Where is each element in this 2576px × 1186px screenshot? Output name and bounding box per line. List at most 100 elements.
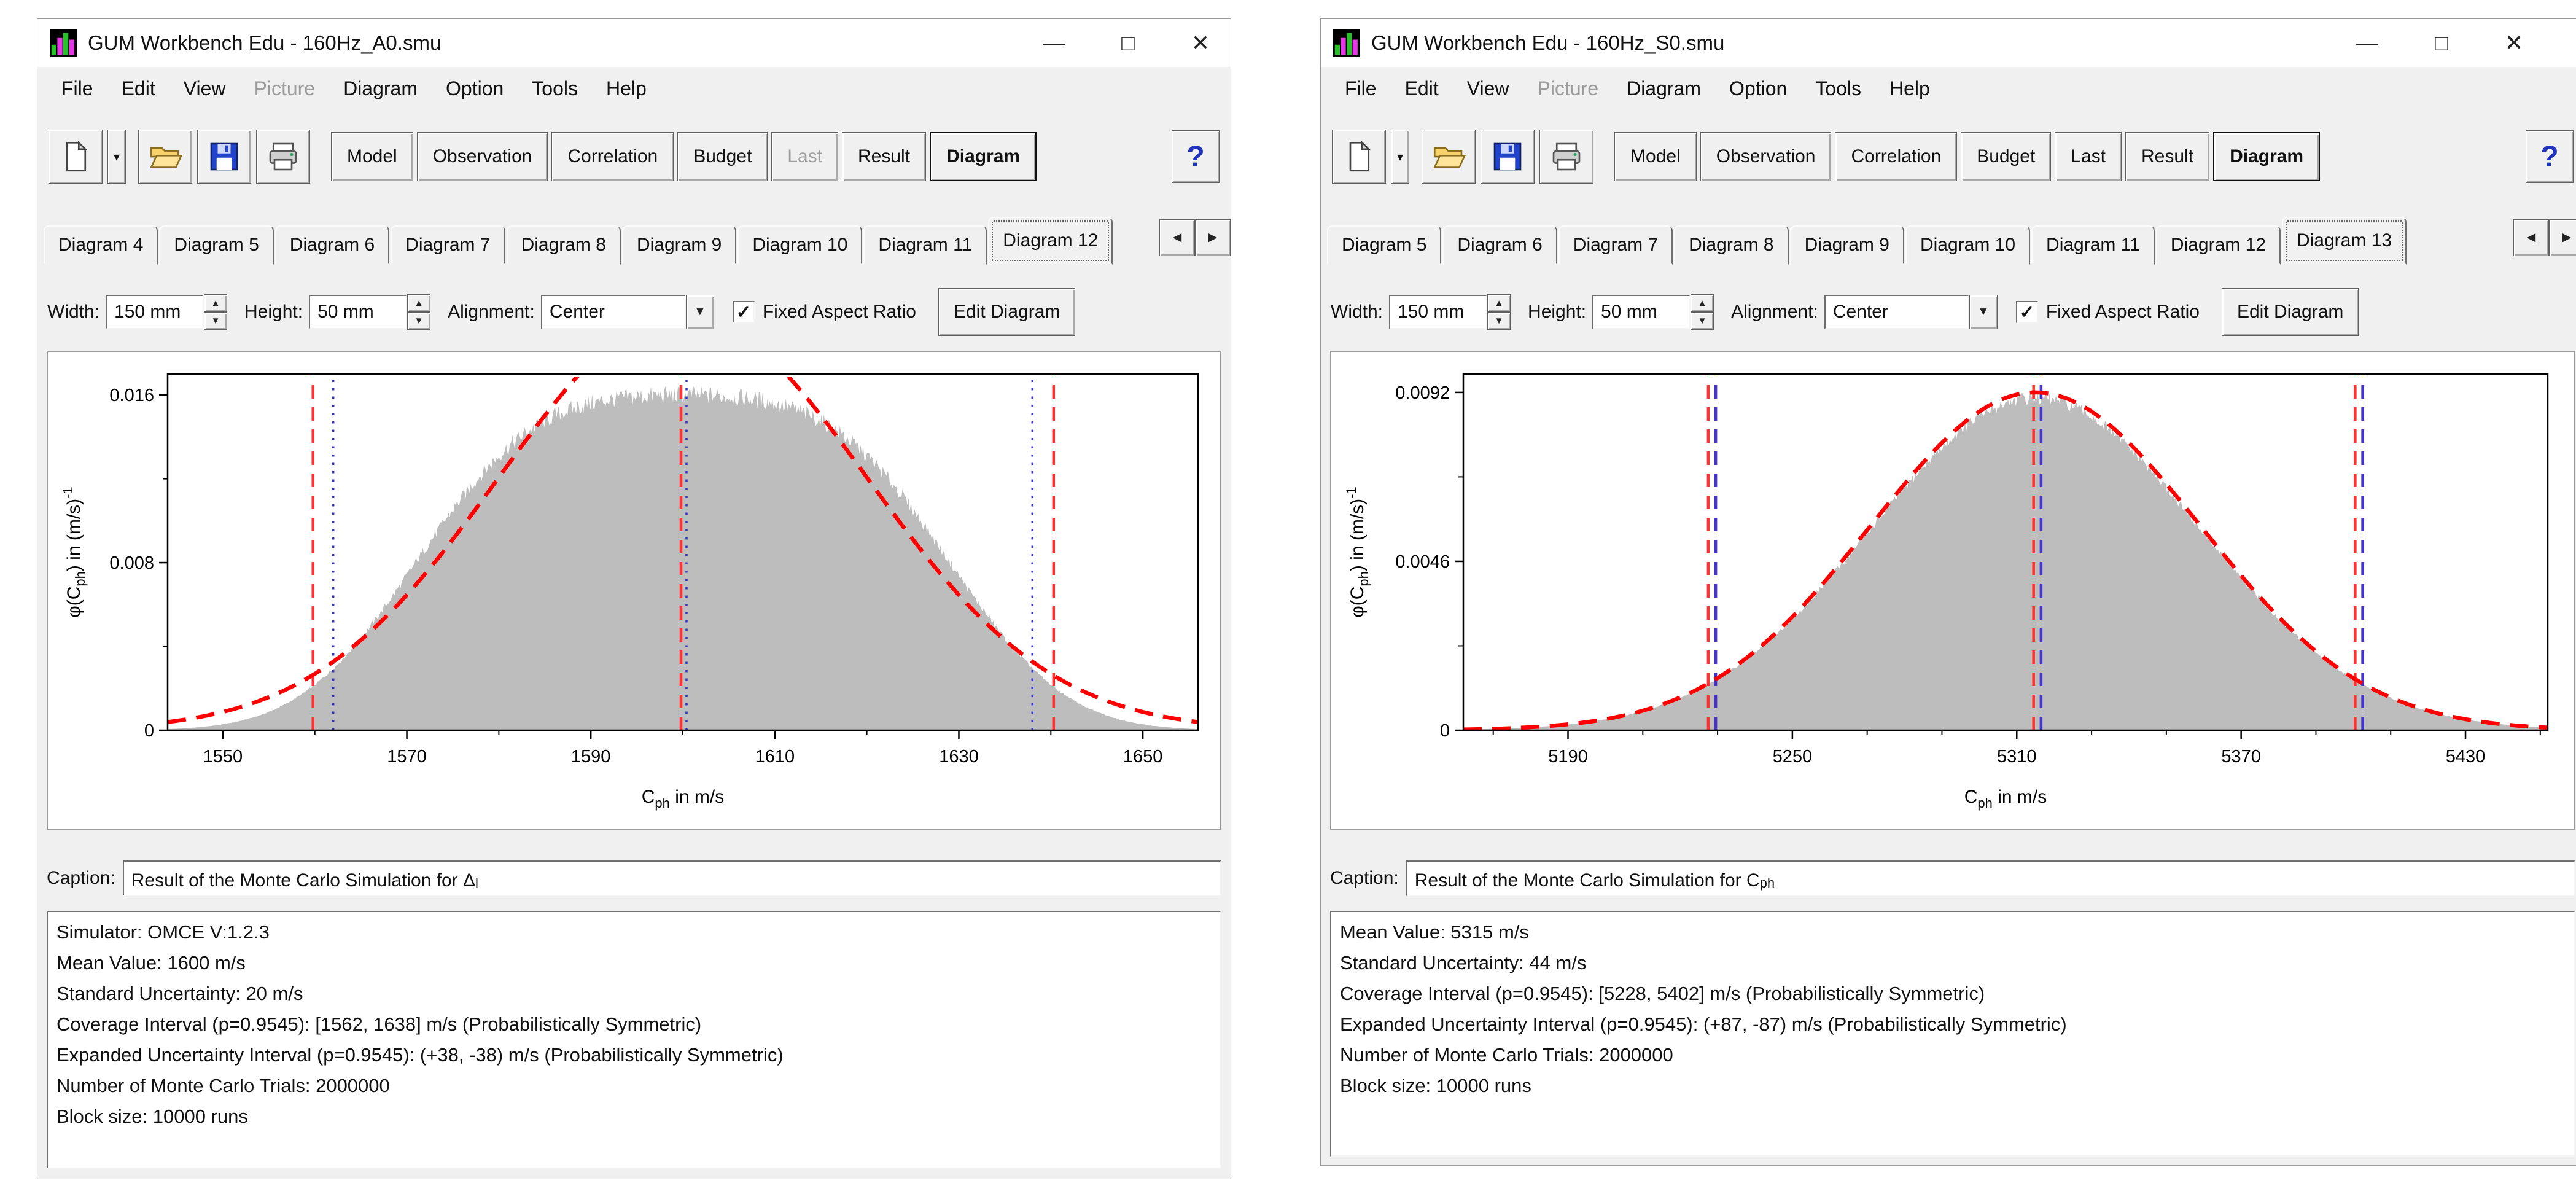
caption-input[interactable]: Result of the Monte Carlo Simulation for… [123, 860, 1221, 896]
tab-diagram-9[interactable]: Diagram 9 [1790, 225, 1904, 265]
width-input[interactable]: 150 mm [106, 295, 204, 329]
spinner-down-icon[interactable]: ▼ [1487, 312, 1511, 330]
help-button[interactable]: ? [1172, 130, 1220, 183]
height-input[interactable]: 50 mm [1592, 295, 1691, 329]
menu-item-option[interactable]: Option [1715, 77, 1801, 100]
maximize-button[interactable]: □ [1121, 32, 1135, 54]
title-bar: GUM Workbench Edu - 160Hz_A0.smu — □ ✕ [37, 19, 1231, 67]
result-line: Mean Value: 5315 m/s [1340, 917, 2566, 948]
new-document-button[interactable] [49, 130, 103, 184]
model-button[interactable]: Model [331, 132, 413, 181]
tab-diagram-11[interactable]: Diagram 11 [863, 225, 987, 265]
tab-diagram-5[interactable]: Diagram 5 [159, 225, 273, 265]
tab-diagram-11[interactable]: Diagram 11 [2031, 225, 2155, 265]
tab-scroll-left-button[interactable]: ◄ [1159, 219, 1195, 256]
diagram-button[interactable]: Diagram [2213, 132, 2320, 181]
spinner-down-icon[interactable]: ▼ [204, 312, 227, 330]
open-file-button[interactable] [138, 130, 192, 184]
menu-item-diagram[interactable]: Diagram [329, 77, 432, 100]
help-button[interactable]: ? [2526, 130, 2574, 183]
tab-diagram-8[interactable]: Diagram 8 [507, 225, 621, 265]
caption-input[interactable]: Result of the Monte Carlo Simulation for… [1406, 860, 2575, 896]
minimize-button[interactable]: — [2356, 32, 2378, 54]
height-stepper[interactable]: ▲ ▼ [1691, 294, 1714, 330]
open-file-button[interactable] [1422, 130, 1476, 184]
menu-item-file[interactable]: File [1331, 77, 1391, 100]
menu-item-view[interactable]: View [169, 77, 240, 100]
menu-item-file[interactable]: File [47, 77, 107, 100]
new-document-dropdown[interactable]: ▾ [1391, 130, 1409, 184]
tab-diagram-4[interactable]: Diagram 4 [44, 225, 158, 265]
height-input[interactable]: 50 mm [309, 295, 407, 329]
minimize-button[interactable]: — [1043, 32, 1065, 54]
edit-diagram-button[interactable]: Edit Diagram [2222, 288, 2359, 336]
spinner-down-icon[interactable]: ▼ [1691, 312, 1714, 330]
observation-button[interactable]: Observation [1700, 132, 1832, 181]
tab-scroll-right-button[interactable]: ► [2549, 219, 2576, 256]
spinner-up-icon[interactable]: ▲ [407, 294, 430, 312]
svg-text:1570: 1570 [387, 747, 427, 767]
spinner-up-icon[interactable]: ▲ [204, 294, 227, 312]
budget-button[interactable]: Budget [1961, 132, 2051, 181]
spinner-up-icon[interactable]: ▲ [1691, 294, 1714, 312]
observation-button[interactable]: Observation [417, 132, 548, 181]
svg-text:5310: 5310 [1997, 747, 2037, 767]
model-button[interactable]: Model [1614, 132, 1697, 181]
alignment-select[interactable]: Center [1824, 295, 1969, 329]
correlation-button[interactable]: Correlation [1835, 132, 1957, 181]
tab-diagram-10[interactable]: Diagram 10 [1905, 225, 2030, 265]
alignment-select[interactable]: Center [541, 295, 686, 329]
close-button[interactable]: ✕ [2505, 32, 2523, 54]
edit-diagram-button[interactable]: Edit Diagram [938, 288, 1075, 336]
save-button[interactable] [1481, 130, 1535, 184]
new-document-button[interactable] [1332, 130, 1386, 184]
menu-item-view[interactable]: View [1453, 77, 1523, 100]
height-stepper[interactable]: ▲ ▼ [407, 294, 430, 330]
width-stepper[interactable]: ▲ ▼ [1487, 294, 1511, 330]
print-button[interactable] [256, 130, 310, 184]
last-button[interactable]: Last [2055, 132, 2122, 181]
spinner-down-icon[interactable]: ▼ [407, 312, 430, 330]
menu-item-help[interactable]: Help [592, 77, 661, 100]
width-input[interactable]: 150 mm [1389, 295, 1487, 329]
tab-diagram-8[interactable]: Diagram 8 [1674, 225, 1788, 265]
width-stepper[interactable]: ▲ ▼ [204, 294, 227, 330]
tab-diagram-5[interactable]: Diagram 5 [1327, 225, 1441, 265]
menu-item-tools[interactable]: Tools [1801, 77, 1875, 100]
tab-diagram-7[interactable]: Diagram 7 [1558, 225, 1673, 265]
save-button[interactable] [197, 130, 251, 184]
menu-item-option[interactable]: Option [432, 77, 518, 100]
tab-diagram-13[interactable]: Diagram 13 [2282, 217, 2407, 265]
alignment-dropdown-icon[interactable]: ▼ [686, 295, 714, 329]
printer-icon [1549, 139, 1584, 174]
tab-scroll-right-button[interactable]: ► [1195, 219, 1231, 256]
menu-item-help[interactable]: Help [1875, 77, 1944, 100]
correlation-button[interactable]: Correlation [551, 132, 674, 181]
fixed-aspect-checkbox[interactable]: ✓ [2016, 301, 2038, 323]
new-document-dropdown[interactable]: ▾ [107, 130, 126, 184]
tab-diagram-7[interactable]: Diagram 7 [391, 225, 505, 265]
menu-item-edit[interactable]: Edit [1391, 77, 1453, 100]
menu-item-edit[interactable]: Edit [107, 77, 169, 100]
tab-diagram-9[interactable]: Diagram 9 [622, 225, 736, 265]
tab-scroll-left-button[interactable]: ◄ [2513, 219, 2549, 256]
diagram-button[interactable]: Diagram [930, 132, 1037, 181]
tab-diagram-10[interactable]: Diagram 10 [737, 225, 862, 265]
print-button[interactable] [1539, 130, 1593, 184]
alignment-dropdown-icon[interactable]: ▼ [1969, 295, 1998, 329]
tab-diagram-12[interactable]: Diagram 12 [2156, 225, 2281, 265]
menu-item-diagram[interactable]: Diagram [1613, 77, 1715, 100]
budget-button[interactable]: Budget [677, 132, 768, 181]
result-button[interactable]: Result [2125, 132, 2209, 181]
maximize-button[interactable]: □ [2435, 32, 2448, 54]
app-icon [50, 29, 77, 57]
close-button[interactable]: ✕ [1191, 32, 1210, 54]
toolbar: ▾ Model Observation Correlation Budget L… [37, 110, 1231, 203]
tab-diagram-12[interactable]: Diagram 12 [988, 217, 1113, 265]
menu-item-tools[interactable]: Tools [518, 77, 592, 100]
result-button[interactable]: Result [842, 132, 926, 181]
tab-diagram-6[interactable]: Diagram 6 [1442, 225, 1557, 265]
tab-diagram-6[interactable]: Diagram 6 [275, 225, 389, 265]
fixed-aspect-checkbox[interactable]: ✓ [733, 301, 755, 323]
spinner-up-icon[interactable]: ▲ [1487, 294, 1511, 312]
